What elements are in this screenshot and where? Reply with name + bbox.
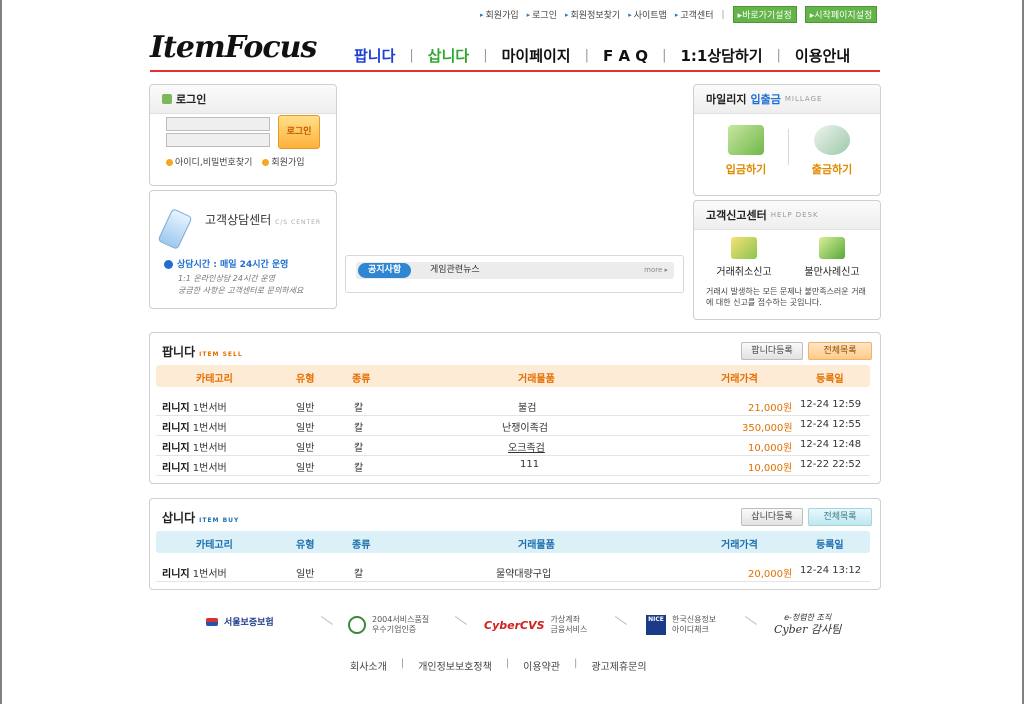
table-row[interactable]: 리니지 1번서버 일반 칼 오크족검 10,000원 12-24 12:48 xyxy=(156,435,870,456)
partner-nice[interactable]: NICE 한국신용정보 아이디체크 xyxy=(646,615,716,635)
cs-center-title: 고객상담센터 C/S CENTER xyxy=(205,213,322,227)
homepage-setting-button[interactable]: ▸시작페이지설정 xyxy=(804,6,878,23)
tab-notice[interactable]: 공지사항 xyxy=(358,263,412,278)
cs-hours: 상담시간 : 매일 24시간 운영 xyxy=(164,257,288,270)
top-link-join[interactable]: ▸ 회원가입 xyxy=(480,8,519,22)
top-link-customer-center[interactable]: ▸ 고객센터 xyxy=(674,8,714,22)
clock-icon xyxy=(164,260,173,269)
buy-table-header: 카테고리 유형 종류 거래물품 거래가격 등록일 xyxy=(156,531,870,553)
bullet-icon xyxy=(262,159,270,166)
partner-cyber-audit[interactable]: e-청렴한 조직 Cyber 감사팀 xyxy=(774,612,841,637)
cancel-report-icon xyxy=(731,237,757,259)
join-link[interactable]: 회원가입 xyxy=(262,155,305,168)
footer-link-company[interactable]: 회사소개 xyxy=(350,658,387,673)
bullet-icon: ▸ xyxy=(526,10,531,19)
top-link-login[interactable]: ▸ 로그인 xyxy=(526,8,557,22)
bullet-icon: ▸ xyxy=(628,10,632,19)
nav-buy[interactable]: 삽니다 xyxy=(414,45,483,66)
footer-link-privacy[interactable]: 개인정보보호정책 xyxy=(418,658,492,673)
table-row[interactable]: 리니지 1번서버 일반 칼 111 10,000원 12-22 22:52 xyxy=(156,455,870,476)
buy-section-title: 삽니다 ITEM BUY xyxy=(162,511,240,525)
table-row[interactable]: 리니지 1번서버 일반 칼 물약대량구입 20,000원 12-24 13:12 xyxy=(156,561,870,582)
sell-register-button[interactable]: 팝니다등록 xyxy=(741,342,803,360)
login-password-input[interactable] xyxy=(166,133,270,147)
cs-center-box: 고객상담센터 C/S CENTER 상담시간 : 매일 24시간 운영 1:1 … xyxy=(149,190,337,309)
mileage-box: 마일리지 입출금 MILLAGE 입금하기 출금하기 xyxy=(693,84,881,196)
top-utility-nav: ▸ 회원가입 ▸ 로그인 ▸ 회원정보찾기 ▸ 사이트맵 ▸ 고객센터 | ▸바로가기설정… xyxy=(480,6,878,23)
more-link[interactable]: more ▸ xyxy=(644,263,668,278)
notice-bar: 공지사항 게임관련뉴스 more ▸ xyxy=(345,255,684,293)
lock-icon xyxy=(162,94,172,104)
sell-section: 팝니다 ITEM SELL 팝니다등록 전체목록 카테고리 유형 종류 거래물품 … xyxy=(149,332,881,484)
bullet-icon: ▸ xyxy=(565,10,569,19)
seoul-guarantee-logo-icon xyxy=(206,617,218,626)
divider xyxy=(454,616,468,625)
divider xyxy=(744,616,758,625)
sell-all-list-button[interactable]: 전체목록 xyxy=(808,342,872,360)
deposit-button[interactable]: 입금하기 xyxy=(702,125,790,177)
card-icon xyxy=(728,125,764,155)
nav-mypage[interactable]: 마이페이지 xyxy=(488,45,585,66)
buy-all-list-button[interactable]: 전체목록 xyxy=(808,508,872,526)
footer-link-ad[interactable]: 광고제휴문의 xyxy=(591,658,646,673)
complaint-report-button[interactable]: 불만사례신고 xyxy=(788,237,876,278)
divider xyxy=(614,616,628,625)
partner-cybercvs[interactable]: CyberCVS 가상계좌 금융서비스 xyxy=(484,615,587,635)
cancel-report-button[interactable]: 거래취소신고 xyxy=(700,237,788,278)
money-bag-icon xyxy=(814,125,850,155)
login-box: 로그인 로그인 아이디,비밀번호찾기 회원가입 xyxy=(149,84,337,186)
main-nav: 팝니다 | 삽니다 | 마이페이지 | F A Q | 1:1상담하기 | 이용… xyxy=(340,45,864,66)
login-box-header: 로그인 xyxy=(150,85,336,114)
nav-consult[interactable]: 1:1상담하기 xyxy=(666,45,776,66)
nav-separator: | xyxy=(400,658,405,669)
tab-game-news[interactable]: 게임관련뉴스 xyxy=(430,263,480,278)
login-id-input[interactable] xyxy=(166,117,270,131)
top-link-find-account[interactable]: ▸ 회원정보찾기 xyxy=(565,8,620,22)
footer-link-terms[interactable]: 이용약관 xyxy=(523,658,560,673)
shortcut-setting-button[interactable]: ▸바로가기설정 xyxy=(732,6,797,23)
phone-icon xyxy=(157,208,193,250)
seal-icon xyxy=(348,616,366,634)
cs-info-line: 1:1 온라인상담 24시간 운영 xyxy=(178,274,275,283)
cs-info-line: 궁금한 사항은 고객센터로 문의하세요 xyxy=(178,286,304,295)
login-button[interactable]: 로그인 xyxy=(278,115,320,149)
mileage-box-header: 마일리지 입출금 MILLAGE xyxy=(694,85,880,114)
nav-separator: | xyxy=(721,9,725,20)
header-divider xyxy=(150,70,880,72)
find-id-password-link[interactable]: 아이디,비밀번호찾기 xyxy=(166,155,252,168)
buy-section: 삽니다 ITEM BUY 삽니다등록 전체목록 카테고리 유형 종류 거래물품 거… xyxy=(149,498,881,590)
complaint-report-icon xyxy=(819,237,845,259)
notice-tabs: 공지사항 게임관련뉴스 more ▸ xyxy=(356,262,674,279)
helpdesk-box-header: 고객신고센터 HELP DESK xyxy=(694,201,880,230)
sell-table-header: 카테고리 유형 종류 거래물품 거래가격 등록일 xyxy=(156,365,870,387)
nav-faq[interactable]: F A Q xyxy=(589,47,662,65)
helpdesk-description: 거래시 발생하는 모든 문제나 불만족스러운 거래에 대한 신고를 접수하는 곳… xyxy=(706,287,866,307)
bullet-icon: ▸ xyxy=(674,10,679,19)
table-row[interactable]: 리니지 1번서버 일반 칼 불검 21,000원 12-24 12:59 xyxy=(156,395,870,416)
nav-separator: | xyxy=(573,658,578,669)
footer-links: 회사소개 | 개인정보보호정책 | 이용약관 | 광고제휴문의 xyxy=(350,658,647,673)
top-link-sitemap[interactable]: ▸ 사이트맵 xyxy=(628,8,667,22)
partner-seoul-guarantee[interactable]: 서울보증보험 xyxy=(206,615,274,628)
divider xyxy=(320,616,334,625)
buy-register-button[interactable]: 삽니다등록 xyxy=(741,508,803,526)
partner-service-quality[interactable]: 2004서비스품질 우수기업인증 xyxy=(348,615,429,635)
bullet-icon: ▸ xyxy=(480,10,484,19)
bullet-icon xyxy=(166,159,173,166)
withdraw-button[interactable]: 출금하기 xyxy=(788,125,876,177)
helpdesk-box: 고객신고센터 HELP DESK 거래취소신고 불만사례신고 거래시 발생하는 … xyxy=(693,200,881,320)
nav-sell[interactable]: 팝니다 xyxy=(340,45,409,66)
sell-section-title: 팝니다 ITEM SELL xyxy=(162,345,243,359)
login-links: 아이디,비밀번호찾기 회원가입 xyxy=(166,155,305,168)
site-logo[interactable]: ItemFocus xyxy=(150,30,317,65)
table-row[interactable]: 리니지 1번서버 일반 칼 난쟁이족검 350,000원 12-24 12:55 xyxy=(156,415,870,436)
nav-separator: | xyxy=(505,658,510,669)
nav-guide[interactable]: 이용안내 xyxy=(781,45,864,66)
